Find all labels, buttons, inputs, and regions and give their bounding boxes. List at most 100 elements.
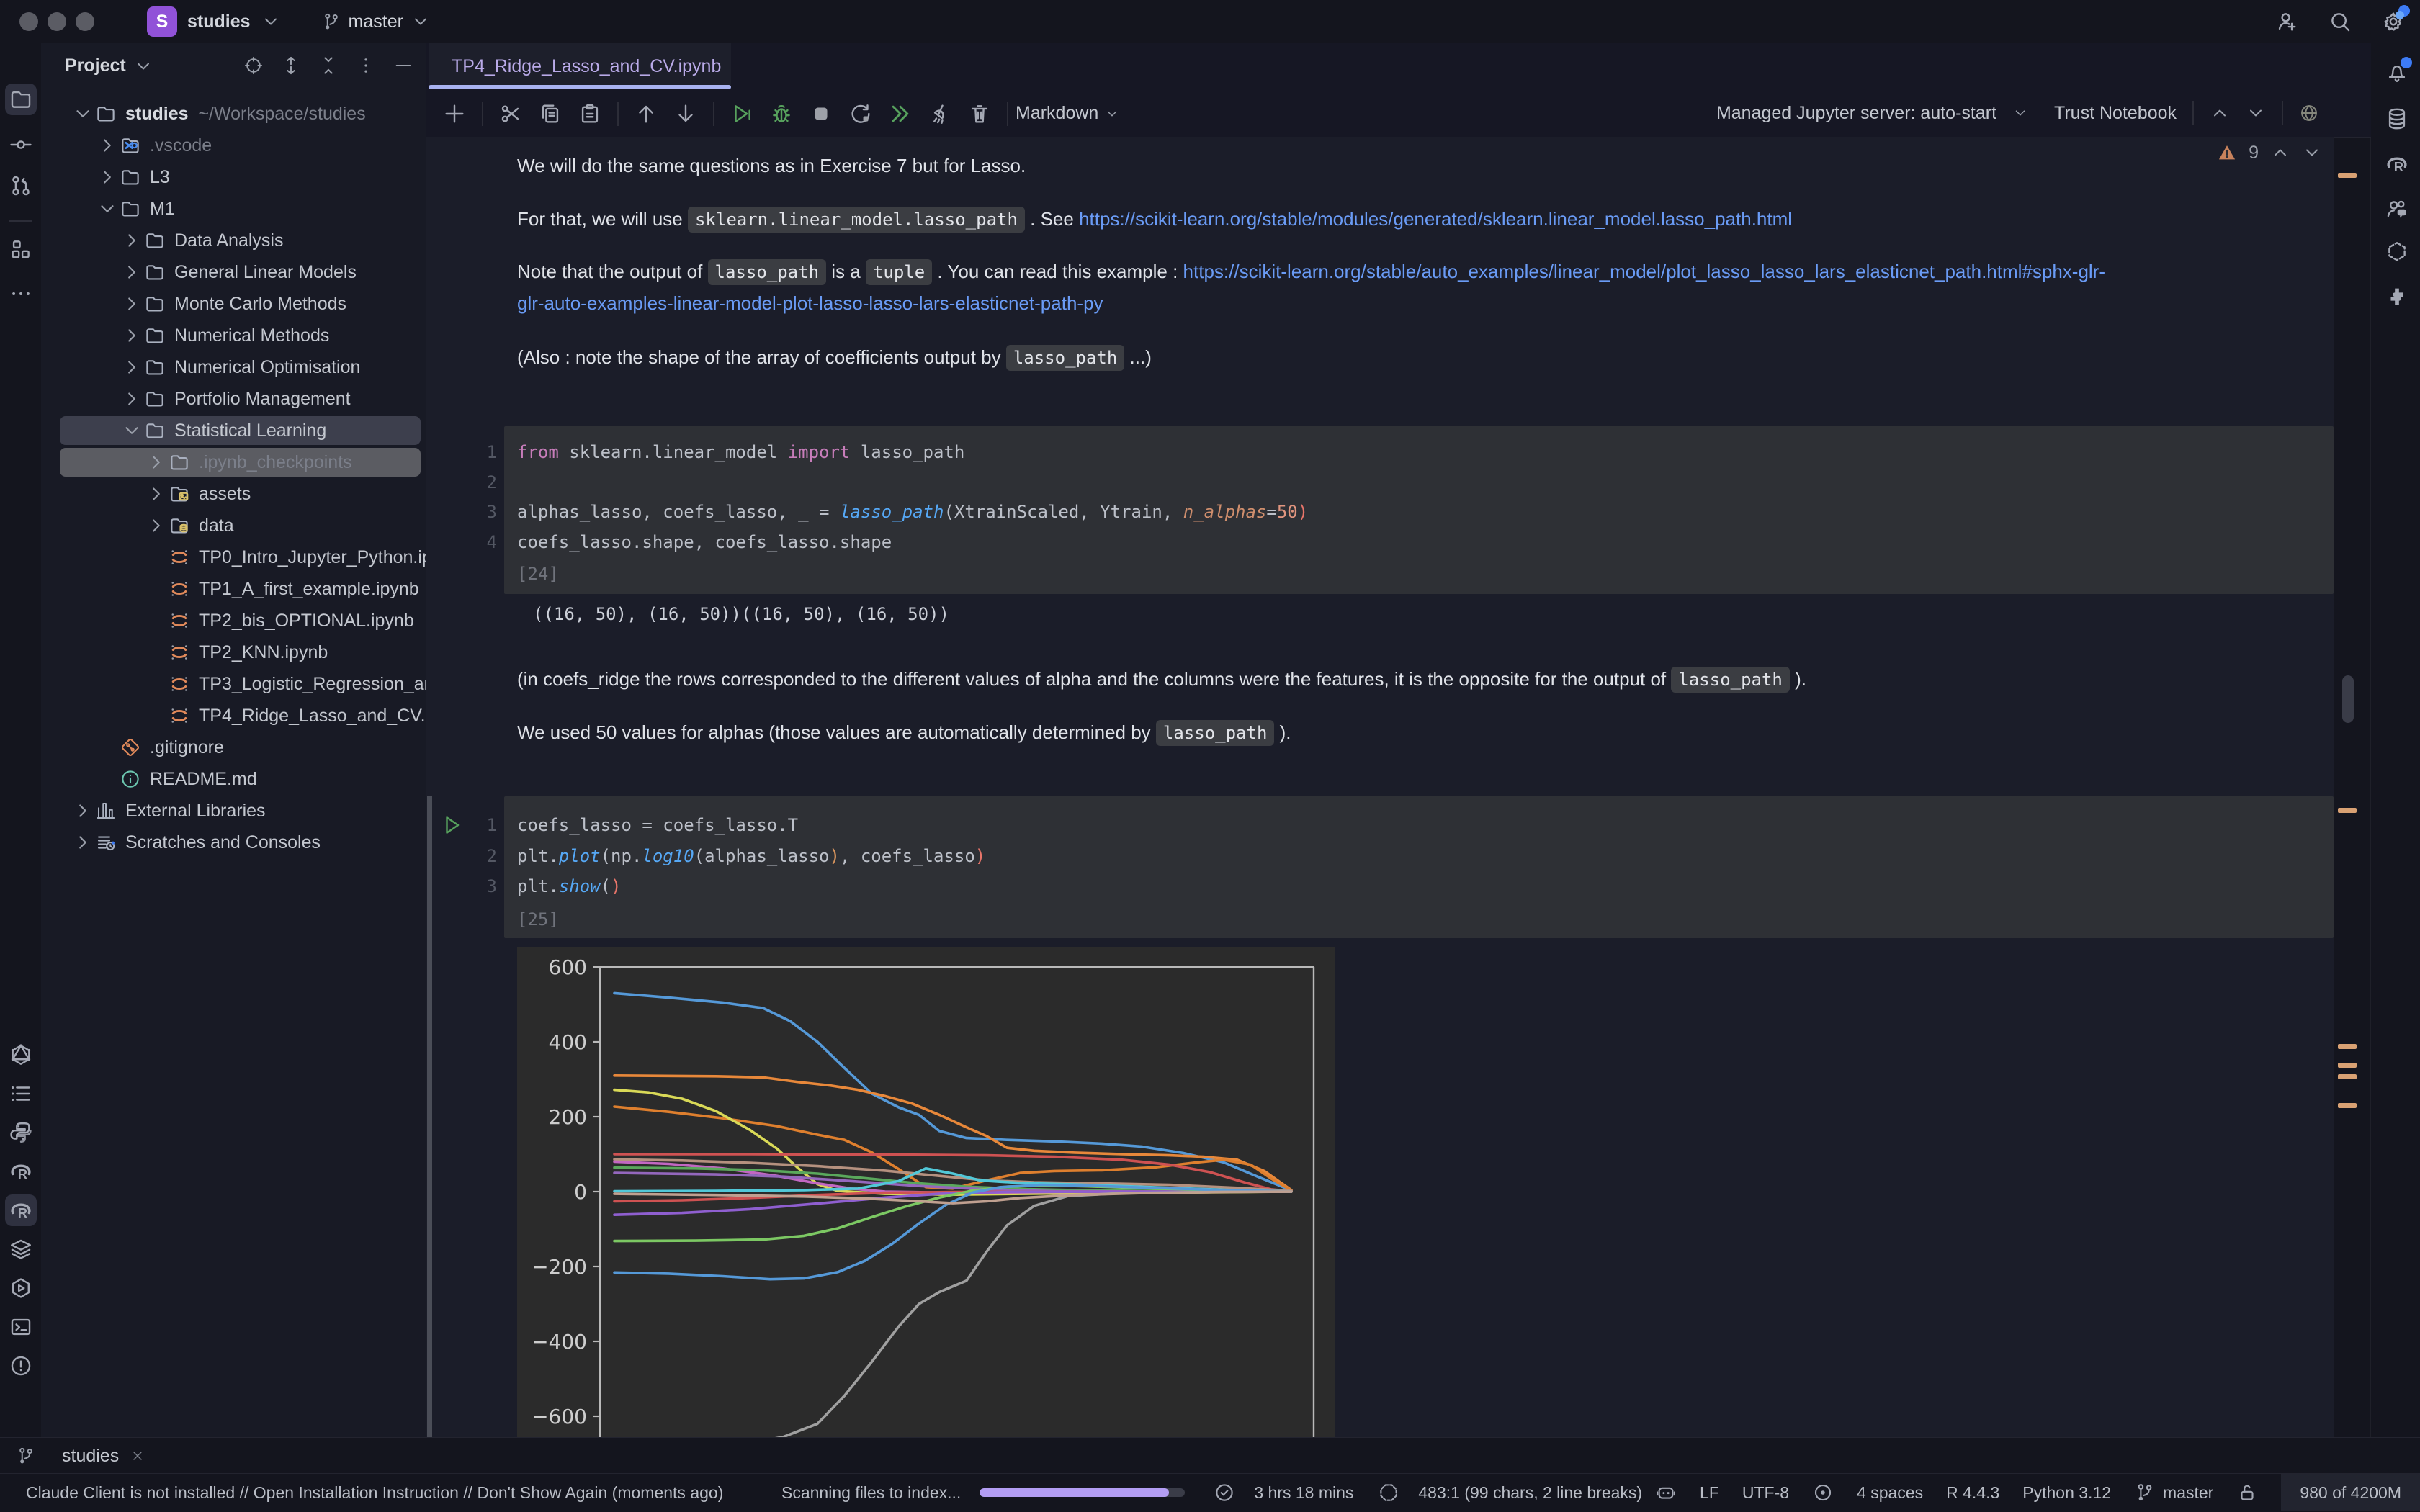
rail-button-r-tools-icon[interactable]: R (5, 1194, 37, 1226)
chevron-up-icon[interactable] (2270, 143, 2290, 163)
rail-button-problems-icon[interactable] (5, 1350, 37, 1382)
tree-item-scratches-and-consoles[interactable]: Scratches and Consoles (41, 827, 426, 858)
chevron-right-icon[interactable] (121, 293, 143, 315)
tree-item-monte-carlo-methods[interactable]: Monte Carlo Methods (41, 288, 426, 320)
tree-item-tp2-bis-optional-ipynb[interactable]: TP2_bis_OPTIONAL.ipynb (41, 605, 426, 636)
record-icon[interactable] (1812, 1482, 1834, 1503)
rail-button-pull-requests-icon[interactable] (5, 170, 37, 202)
vcs-widget[interactable]: master (321, 12, 431, 32)
notebook-editor[interactable]: 9 We will do the same questions as in Ex… (426, 137, 2334, 1438)
tree-item-data-analysis[interactable]: Data Analysis (41, 225, 426, 256)
chevron-down-icon[interactable] (121, 420, 143, 441)
error-stripe-mark[interactable] (2338, 173, 2357, 178)
git-tool-window-tab[interactable]: studies (62, 1446, 145, 1467)
tree-item-numerical-methods[interactable]: Numerical Methods (41, 320, 426, 351)
editor-scrollbar-thumb[interactable] (2342, 675, 2354, 723)
run-cell-icon[interactable] (730, 102, 754, 126)
locate-icon[interactable] (243, 55, 264, 76)
tree-item-external-libraries[interactable]: External Libraries (41, 795, 426, 827)
ai-robot-icon[interactable] (1655, 1482, 1677, 1503)
encoding-widget[interactable]: UTF-8 (1742, 1483, 1789, 1503)
python-interpreter-widget[interactable]: Python 3.12 (2022, 1483, 2111, 1503)
chevron-up-icon[interactable] (2210, 103, 2230, 123)
chevron-right-icon[interactable] (121, 230, 143, 251)
chevron-down-icon[interactable] (2246, 103, 2266, 123)
chevron-right-icon[interactable] (121, 261, 143, 283)
tree-item-readme-md[interactable]: README.md (41, 763, 426, 795)
chevron-down-icon[interactable] (97, 198, 118, 220)
chevron-right-icon[interactable] (145, 515, 167, 536)
memory-indicator[interactable]: 980 of 4200M (2281, 1474, 2420, 1511)
tree-item-data[interactable]: data (41, 510, 426, 541)
error-stripe-mark[interactable] (2338, 1063, 2357, 1068)
tree-item-tp1-a-first-example-ipynb[interactable]: TP1_A_first_example.ipynb (41, 573, 426, 605)
tree-item--vscode[interactable]: .vscode (41, 130, 426, 161)
chevron-right-icon[interactable] (97, 135, 118, 156)
indent-widget[interactable]: 4 spaces (1857, 1483, 1923, 1503)
rail-button-structure-icon[interactable] (5, 233, 37, 265)
cut-cell-icon[interactable] (498, 102, 523, 126)
rail-button-project-folder-icon[interactable] (5, 84, 37, 115)
interrupt-kernel-icon[interactable] (809, 102, 833, 126)
tree-item-tp4-ridge-lasso-and-cv-ipynb[interactable]: TP4_Ridge_Lasso_and_CV.ipynb (41, 700, 426, 732)
project-widget[interactable]: S studies (147, 6, 281, 37)
rail-button-collaboration-icon[interactable] (2381, 193, 2413, 225)
tree-item-portfolio-management[interactable]: Portfolio Management (41, 383, 426, 415)
add-cell-icon[interactable] (442, 102, 467, 126)
error-stripe-mark[interactable] (2338, 1044, 2357, 1049)
notification-status-text[interactable]: Claude Client is not installed // Open I… (26, 1483, 723, 1503)
restart-kernel-icon[interactable] (848, 102, 873, 126)
rail-button-database-icon[interactable] (2381, 103, 2413, 135)
tree-item-numerical-optimisation[interactable]: Numerical Optimisation (41, 351, 426, 383)
unlocked-icon[interactable] (2236, 1482, 2258, 1503)
session-time[interactable]: 3 hrs 18 mins (1254, 1483, 1353, 1503)
rail-button-graphql-icon[interactable] (5, 1039, 37, 1071)
r-version-widget[interactable]: R 4.4.3 (1946, 1483, 1999, 1503)
project-panel-title[interactable]: Project (65, 55, 153, 76)
chevron-right-icon[interactable] (121, 325, 143, 346)
trust-notebook-button[interactable]: Trust Notebook (2054, 103, 2177, 124)
rail-button-todo-icon[interactable] (5, 1078, 37, 1110)
rail-button-more-tools-icon[interactable] (5, 278, 37, 310)
jupyter-server-selector[interactable]: Managed Jupyter server: auto-start (1716, 103, 1996, 124)
copy-cell-icon[interactable] (538, 102, 563, 126)
rail-button-ai-assistant-icon[interactable] (2381, 236, 2413, 268)
line-separator-widget[interactable]: LF (1700, 1483, 1719, 1503)
chevron-right-icon[interactable] (121, 388, 143, 410)
tree-item-tp3-logistic-regression-and-cv-ipynb[interactable]: TP3_Logistic_Regression_and_CV.ipynb (41, 668, 426, 700)
window-close-button[interactable] (19, 12, 38, 31)
options-menu-icon[interactable] (356, 55, 376, 76)
move-cell-up-icon[interactable] (634, 102, 658, 126)
tree-item-assets[interactable]: assets (41, 478, 426, 510)
collapse-all-icon[interactable] (318, 55, 339, 76)
rail-button-commit-icon[interactable] (5, 129, 37, 161)
chevron-right-icon[interactable] (145, 483, 167, 505)
clear-outputs-icon[interactable] (928, 102, 952, 126)
chevron-down-icon[interactable] (2302, 143, 2322, 163)
globe-icon[interactable] (2299, 103, 2319, 123)
chevron-right-icon[interactable] (72, 832, 94, 853)
settings-gear-icon[interactable] (2381, 9, 2406, 34)
chevron-down-icon[interactable] (72, 103, 94, 125)
git-branch-widget[interactable]: master (2134, 1482, 2213, 1503)
rail-button-python-console-icon[interactable] (5, 1117, 37, 1148)
editor-tab[interactable]: TP4_Ridge_Lasso_and_CV.ipynb (429, 43, 731, 89)
hyperlink[interactable]: https://scikit-learn.org/stable/auto_exa… (1183, 261, 2105, 282)
caret-position[interactable]: 483:1 (99 chars, 2 line breaks) (1418, 1483, 1642, 1503)
delete-cell-icon[interactable] (967, 102, 992, 126)
error-stripe-mark[interactable] (2338, 1103, 2357, 1108)
chevron-right-icon[interactable] (97, 166, 118, 188)
expand-all-icon[interactable] (281, 55, 301, 76)
rail-button-layers-icon[interactable] (5, 1233, 37, 1265)
move-cell-down-icon[interactable] (673, 102, 698, 126)
tree-item-studies[interactable]: studies ~/Workspace/studies (41, 98, 426, 130)
chevron-right-icon[interactable] (145, 451, 167, 473)
run-all-cells-icon[interactable] (888, 102, 913, 126)
rail-button-services-icon[interactable] (5, 1272, 37, 1304)
hide-panel-icon[interactable] (393, 55, 413, 76)
chevron-right-icon[interactable] (121, 356, 143, 378)
tree-item--ipynb-checkpoints[interactable]: .ipynb_checkpoints (41, 446, 426, 478)
add-user-icon[interactable] (2275, 9, 2299, 34)
tree-item-l3[interactable]: L3 (41, 161, 426, 193)
window-minimize-button[interactable] (48, 12, 66, 31)
